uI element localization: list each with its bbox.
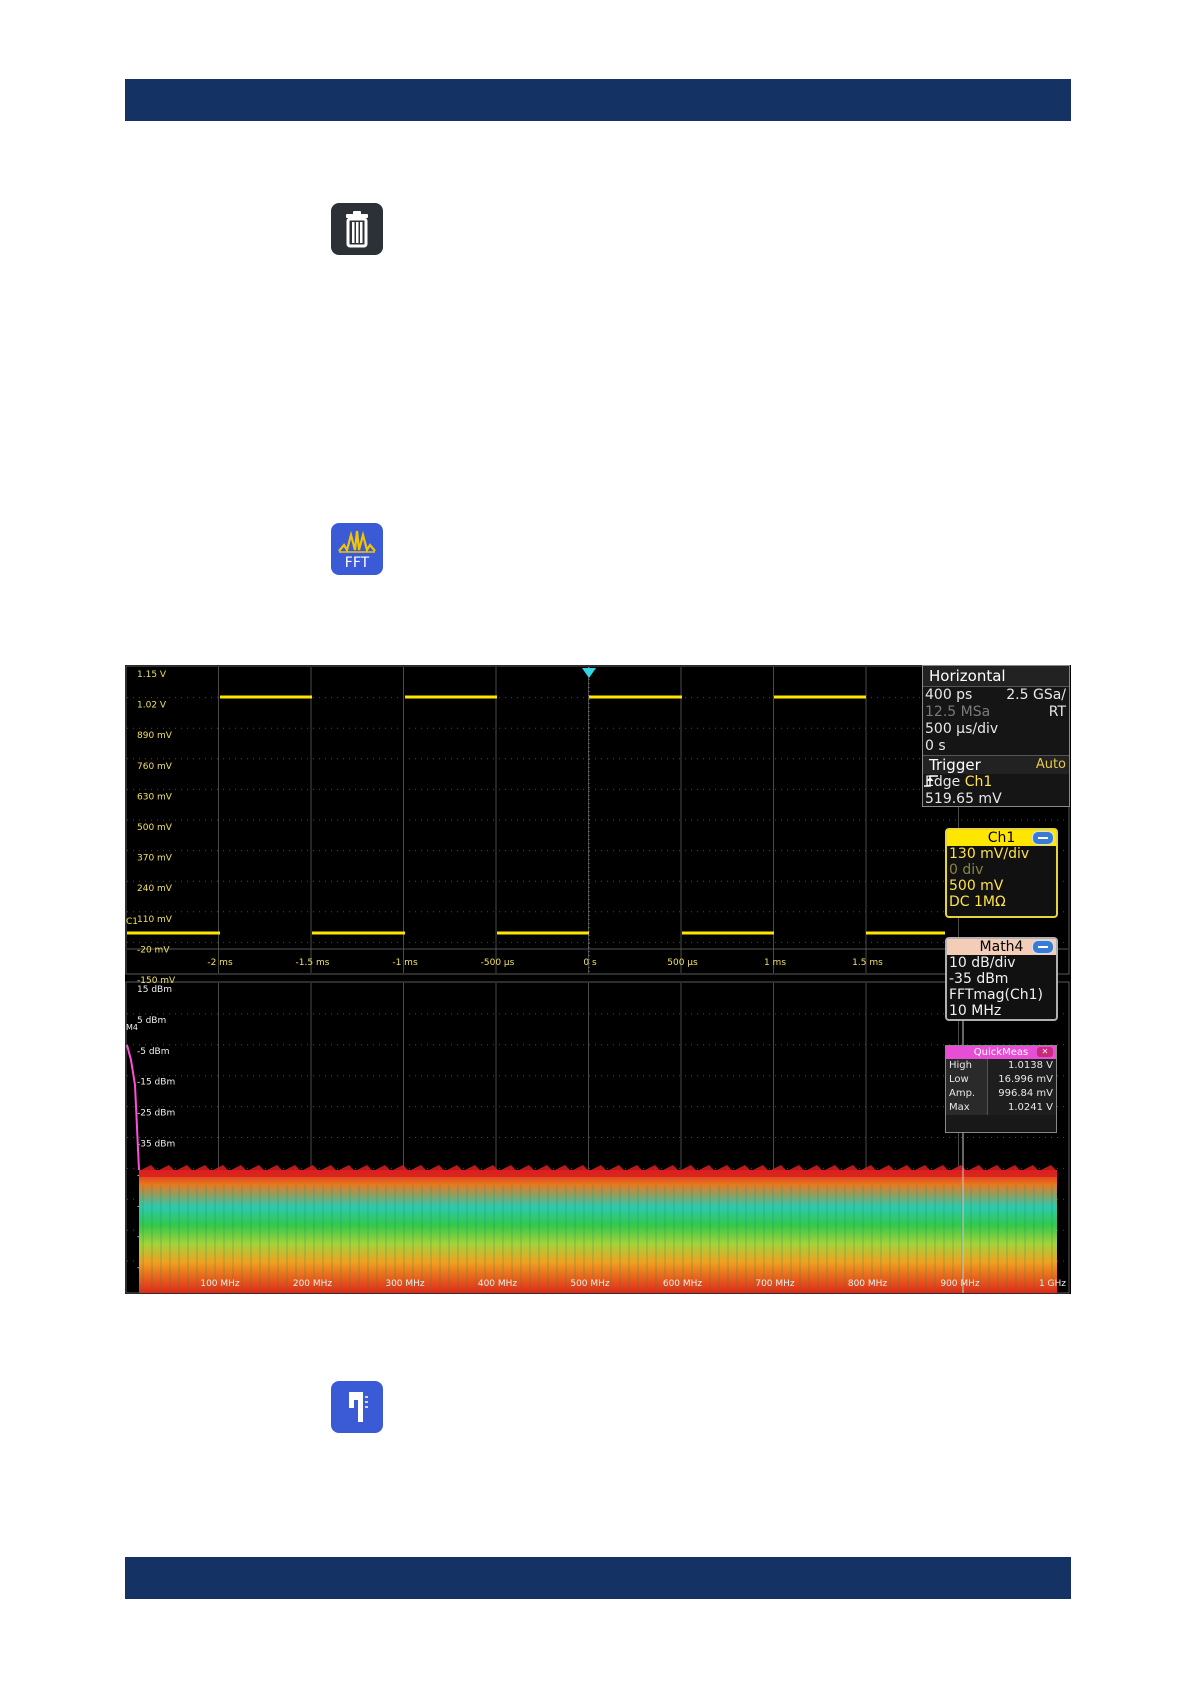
math4-level-marker: M4 [126, 1023, 138, 1032]
horizontal-position: 0 s [925, 738, 946, 754]
ch1-title: Ch1 [987, 830, 1016, 846]
math4-trace [126, 1044, 140, 1171]
x-axis-label: 100 MHz [200, 1279, 240, 1289]
horizontal-title: Horizontal [923, 666, 1069, 687]
math4-function: FFTmag(Ch1) [949, 987, 1043, 1003]
ch1-position: 0 div [949, 862, 984, 878]
x-axis-label: 1.5 ms [852, 958, 883, 968]
quickmeas-row: Max 1.0241 V [946, 1101, 1056, 1115]
y-axis-label: -15 dBm [137, 1078, 175, 1088]
quickmeas-value: 1.0241 V [988, 1101, 1056, 1115]
y-axis-label: 760 mV [137, 762, 173, 772]
horizontal-sample-rate: 2.5 GSa/ [1006, 687, 1066, 703]
horizontal-resolution: 400 ps [925, 687, 973, 703]
ch1-scale: 130 mV/div [949, 846, 1030, 862]
ch1-offset: 500 mV [949, 878, 1004, 894]
x-axis-label: 900 MHz [940, 1279, 980, 1289]
math4-offset: -35 dBm [949, 971, 1009, 987]
y-axis-label: 110 mV [137, 915, 173, 925]
oscilloscope-screen: 1.15 V 1.02 V 890 mV 760 mV 630 mV 500 mV 370 … [125, 665, 1071, 1294]
y-axis-label: -5 dBm [137, 1047, 170, 1057]
trigger-title: Trigger [929, 756, 981, 774]
x-axis-label: -1.5 ms [296, 958, 330, 968]
y-axis-label: 890 mV [137, 731, 173, 741]
fft-icon[interactable]: FFT [331, 523, 383, 575]
trash-icon[interactable] [331, 203, 383, 255]
x-axis-label: -500 µs [481, 958, 515, 968]
horizontal-record: 12.5 MSa [925, 704, 991, 720]
x-axis-label: 500 MHz [570, 1279, 610, 1289]
trigger-mode: Auto [1035, 757, 1066, 772]
math4-scale: 10 dB/div [949, 955, 1016, 971]
quickmeas-value: 16.996 mV [988, 1073, 1056, 1087]
quickmeas-close-button[interactable]: ✕ [1037, 1047, 1053, 1057]
horizontal-record-row: 12.5 MSa RT [923, 704, 1069, 721]
x-axis-label: 1 GHz [1039, 1279, 1066, 1289]
trigger-header[interactable]: Trigger Auto [923, 755, 1069, 774]
ch1-coupling: DC 1MΩ [949, 894, 1006, 910]
trigger-position-marker [582, 668, 596, 678]
x-axis-label: 0 s [583, 958, 597, 968]
y-axis-label: 1.15 V [137, 670, 167, 680]
y-axis-label: 5 dBm [137, 1016, 166, 1026]
x-axis-label: 500 µs [667, 958, 698, 968]
math4-resolution: 10 MHz [949, 1003, 1002, 1019]
quickmeas-row: High 1.0138 V [946, 1059, 1056, 1073]
horizontal-time-scale: 500 µs/div [925, 721, 999, 737]
horizontal-resolution-row: 400 ps 2.5 GSa/ [923, 687, 1069, 704]
ch1-minimize-button[interactable] [1032, 831, 1054, 845]
x-axis-label: -1 ms [392, 958, 418, 968]
x-axis-label: -2 ms [207, 958, 233, 968]
math4-header: Math4 [947, 939, 1056, 955]
math4-panel[interactable]: Math4 10 dB/div -35 dBm FFTmag(Ch1) 10 M… [945, 937, 1058, 1021]
horizontal-mode: RT [1048, 704, 1066, 720]
rising-edge-icon [924, 775, 938, 787]
quickmeas-row: Low 16.996 mV [946, 1073, 1056, 1087]
quickmeas-panel[interactable]: QuickMeas ✕ High 1.0138 V Low 16.996 mV … [945, 1045, 1057, 1133]
quickmeas-value: 1.0138 V [988, 1059, 1056, 1073]
trigger-level: 519.65 mV [925, 791, 1002, 807]
quickmeas-label: Amp. [946, 1087, 988, 1101]
footer-band [125, 1557, 1071, 1599]
trigger-type-row: Edge Ch1 [923, 774, 1069, 791]
y-axis-label: 630 mV [137, 792, 173, 802]
math4-title: Math4 [979, 939, 1024, 955]
x-axis-label: 700 MHz [755, 1279, 795, 1289]
y-axis-label: 500 mV [137, 823, 173, 833]
math4-minimize-button[interactable] [1032, 940, 1054, 954]
y-axis-label: -35 dBm [137, 1140, 175, 1150]
x-axis-label: 1 ms [764, 958, 786, 968]
y-axis-label: 370 mV [137, 854, 173, 864]
header-band [125, 79, 1071, 121]
ch1-level-marker: C1 [126, 917, 138, 927]
quickmeas-row: Amp. 996.84 mV [946, 1087, 1056, 1101]
y-axis-label: -25 dBm [137, 1109, 175, 1119]
y-axis-label: -20 mV [137, 945, 170, 955]
ch1-panel[interactable]: Ch1 130 mV/div 0 div 500 mV DC 1MΩ [945, 828, 1058, 918]
x-axis-label: 600 MHz [663, 1279, 703, 1289]
trigger-source: Ch1 [964, 774, 993, 790]
quickmeas-title: QuickMeas [973, 1047, 1029, 1058]
quickmeas-label: Max [946, 1101, 988, 1115]
quickmeas-header: QuickMeas ✕ [946, 1046, 1056, 1059]
caliper-icon[interactable] [331, 1381, 383, 1433]
spectrum-persistence [139, 1170, 1057, 1293]
x-axis-label: 800 MHz [848, 1279, 888, 1289]
quickmeas-value: 996.84 mV [988, 1087, 1056, 1101]
ch1-header: Ch1 [947, 830, 1056, 846]
spectrum-peak-edge [139, 1165, 1057, 1177]
ch1-trace [127, 695, 945, 935]
horizontal-panel[interactable]: Horizontal 400 ps 2.5 GSa/ 12.5 MSa RT 5… [922, 665, 1070, 807]
y-axis-label: 240 mV [137, 884, 173, 894]
x-axis-label: 400 MHz [478, 1279, 518, 1289]
x-axis-label: 300 MHz [385, 1279, 425, 1289]
y-axis-label: 1.02 V [137, 701, 167, 711]
quickmeas-label: High [946, 1059, 988, 1073]
quickmeas-label: Low [946, 1073, 988, 1087]
y-axis-label: 15 dBm [137, 985, 172, 995]
x-axis-label: 200 MHz [293, 1279, 333, 1289]
fft-icon-label: FFT [345, 555, 370, 571]
